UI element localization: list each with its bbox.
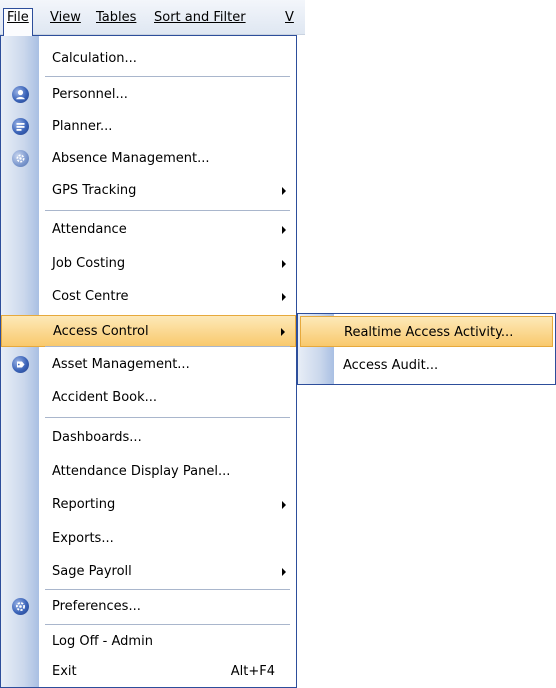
menu-item-label: Absence Management...: [52, 151, 210, 166]
planner-icon: [12, 118, 29, 135]
menu-item-label: Dashboards...: [52, 430, 142, 445]
menu-item-dashboards[interactable]: Dashboards...: [1, 422, 296, 454]
menu-separator: [45, 417, 290, 418]
menu-view-label: View: [50, 10, 81, 25]
menu-bar: File View Tables Sort and Filter V: [0, 0, 305, 36]
submenu-arrow-icon: [282, 501, 286, 509]
menu-item-label: Exports...: [52, 531, 114, 546]
menu-item-label: Log Off - Admin: [52, 634, 153, 649]
menu-item-accident-book[interactable]: Accident Book...: [1, 382, 296, 414]
menu-item-label: Job Costing: [52, 256, 126, 271]
menu-separator: [45, 76, 290, 77]
menu-item-label: Planner...: [52, 119, 113, 134]
menu-item-label: Sage Payroll: [52, 564, 132, 579]
submenu-arrow-icon: [282, 226, 286, 234]
submenu-item-label: Access Audit...: [343, 358, 439, 373]
menu-item-label: Reporting: [52, 497, 116, 512]
menu-item-attendance[interactable]: Attendance: [1, 214, 296, 246]
preferences-gear-icon: [12, 598, 29, 615]
file-menu: Calculation... Personnel... Planner... A…: [0, 35, 297, 688]
menu-item-exit[interactable]: Exit Alt+F4: [1, 656, 296, 688]
tag-icon: [12, 356, 29, 373]
menu-view[interactable]: View: [47, 8, 84, 28]
menu-item-gps-tracking[interactable]: GPS Tracking: [1, 175, 296, 207]
access-control-submenu: Realtime Access Activity... Access Audit…: [297, 313, 556, 385]
submenu-item-realtime-access-activity[interactable]: Realtime Access Activity...: [300, 316, 553, 347]
menu-item-label: Personnel...: [52, 87, 128, 102]
submenu-arrow-icon: [282, 293, 286, 301]
menu-file[interactable]: File: [3, 8, 33, 36]
menu-item-label: Asset Management...: [52, 357, 190, 372]
absence-gear-icon: [12, 150, 29, 167]
submenu-arrow-icon: [282, 260, 286, 268]
menu-v-partial[interactable]: V: [282, 8, 297, 28]
menu-separator: [45, 346, 290, 347]
menu-item-label: Calculation...: [52, 51, 137, 66]
menu-item-access-control[interactable]: Access Control: [1, 315, 296, 347]
submenu-arrow-icon: [282, 568, 286, 576]
submenu-arrow-icon: [282, 187, 286, 195]
shortcut-label: Alt+F4: [230, 664, 275, 679]
menu-item-preferences[interactable]: Preferences...: [1, 591, 296, 623]
submenu-item-access-audit[interactable]: Access Audit...: [300, 350, 553, 381]
menu-item-personnel[interactable]: Personnel...: [1, 79, 296, 111]
menu-item-label: Attendance: [52, 222, 127, 237]
menu-item-exports[interactable]: Exports...: [1, 523, 296, 555]
menu-item-attendance-display-panel[interactable]: Attendance Display Panel...: [1, 456, 296, 488]
menu-item-calculation[interactable]: Calculation...: [1, 43, 296, 75]
menu-sort-and-filter[interactable]: Sort and Filter: [151, 8, 249, 28]
menu-item-log-off[interactable]: Log Off - Admin: [1, 626, 296, 658]
menu-item-asset-management[interactable]: Asset Management...: [1, 349, 296, 381]
menu-item-absence-management[interactable]: Absence Management...: [1, 143, 296, 175]
menu-file-label: File: [7, 10, 29, 25]
menu-separator: [45, 624, 290, 625]
menu-item-label: GPS Tracking: [52, 183, 137, 198]
menu-item-label: Accident Book...: [52, 390, 158, 405]
menu-item-label: Exit: [52, 664, 77, 679]
menu-item-label: Attendance Display Panel...: [52, 464, 231, 479]
submenu-item-label: Realtime Access Activity...: [344, 325, 514, 340]
menu-item-sage-payroll[interactable]: Sage Payroll: [1, 556, 296, 588]
menu-item-cost-centre[interactable]: Cost Centre: [1, 281, 296, 313]
menu-item-reporting[interactable]: Reporting: [1, 489, 296, 521]
menu-separator: [45, 589, 290, 590]
menu-v-label: V: [285, 10, 294, 25]
menu-item-label: Access Control: [53, 324, 149, 339]
menu-item-label: Preferences...: [52, 599, 141, 614]
menu-tables[interactable]: Tables: [93, 8, 139, 28]
menu-sort-and-filter-label: Sort and Filter: [154, 10, 246, 25]
menu-item-label: Cost Centre: [52, 289, 129, 304]
submenu-arrow-icon: [281, 328, 285, 336]
person-icon: [12, 86, 29, 103]
menu-item-planner[interactable]: Planner...: [1, 111, 296, 143]
menu-item-job-costing[interactable]: Job Costing: [1, 248, 296, 280]
menu-tables-label: Tables: [96, 10, 137, 25]
menu-separator: [45, 210, 290, 211]
